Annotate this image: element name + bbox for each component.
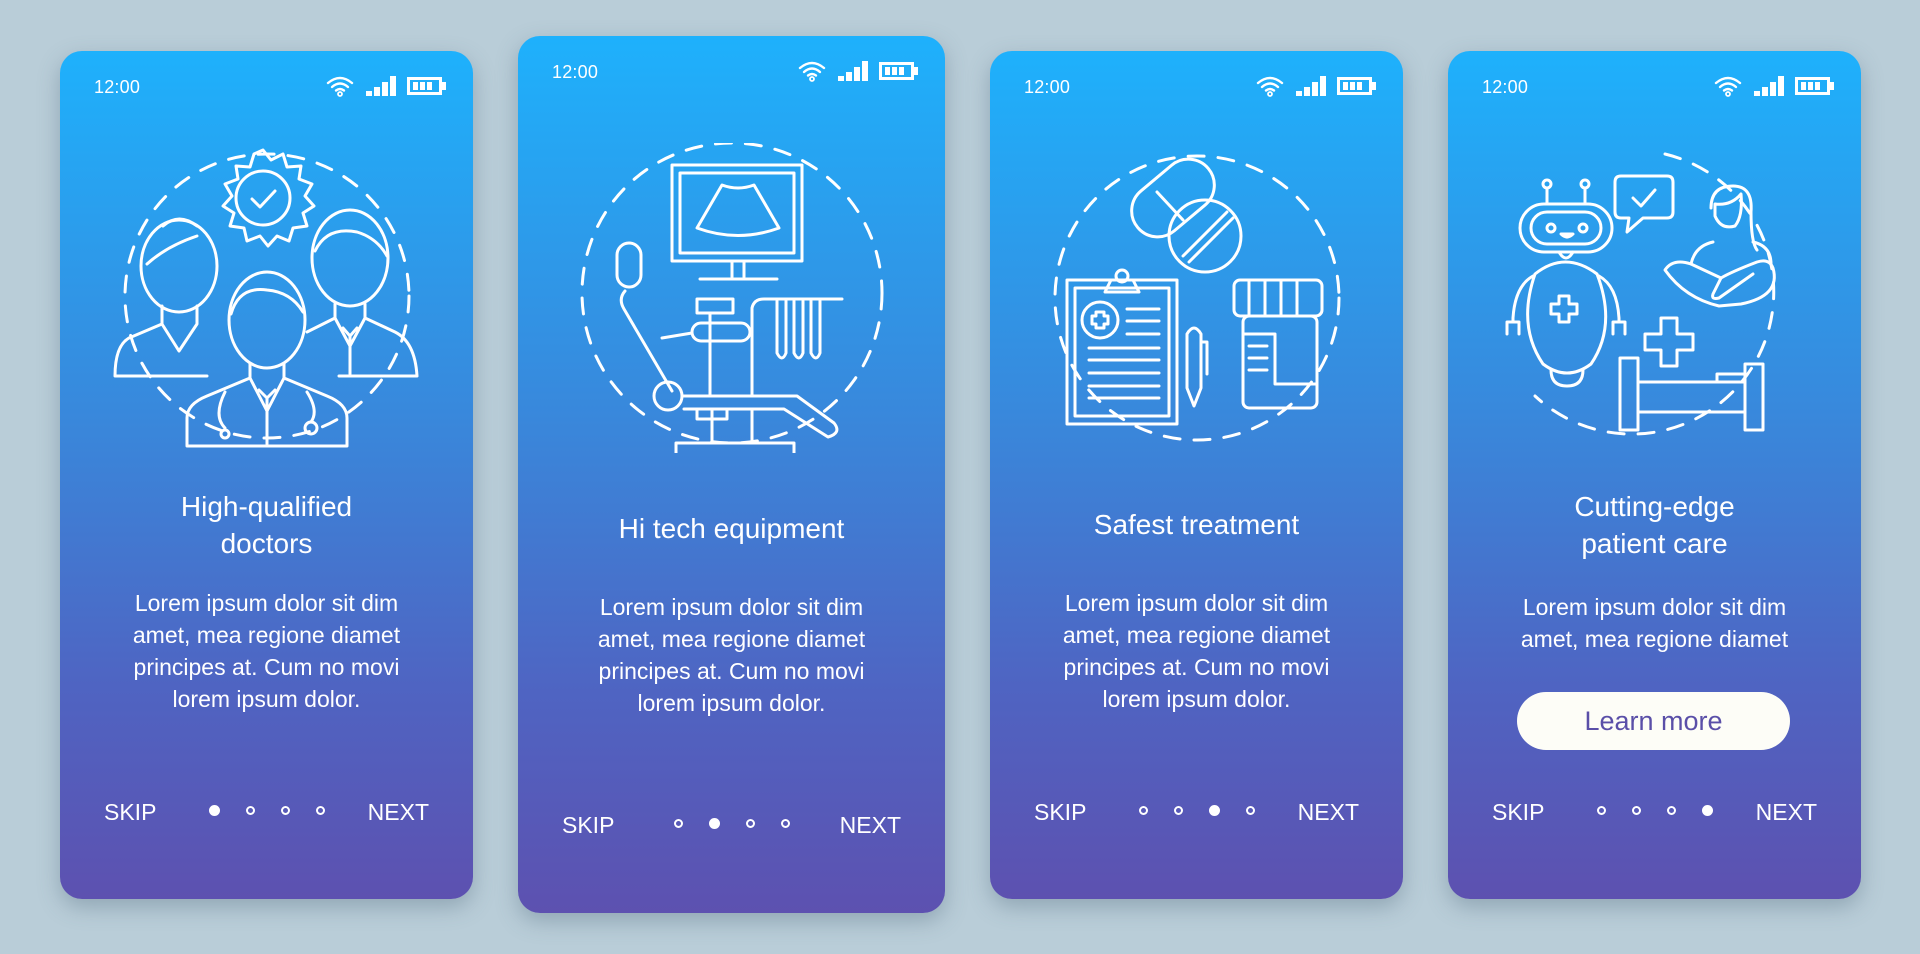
onboarding-nav: SKIP NEXT: [1448, 797, 1861, 827]
wifi-icon: [798, 61, 826, 82]
page-dot-4[interactable]: [1245, 806, 1255, 815]
status-time: 12:00: [552, 62, 599, 82]
battery-icon: [407, 77, 446, 95]
onboarding-screen-treatment: 12:00 Safest treatment Lorem ipsum dolor…: [990, 51, 1403, 899]
skip-button[interactable]: SKIP: [1492, 797, 1544, 827]
status-bar: 12:00: [60, 73, 473, 99]
onboarding-nav: SKIP NEXT: [990, 797, 1403, 827]
page-dot-3[interactable]: [280, 806, 290, 815]
next-button[interactable]: NEXT: [368, 797, 429, 827]
doctors-team-icon: [107, 146, 427, 456]
status-time: 12:00: [94, 77, 141, 97]
page-indicator: [673, 818, 790, 829]
screen-title: Safest treatment: [1010, 506, 1383, 543]
onboarding-nav: SKIP NEXT: [60, 797, 473, 827]
battery-icon: [879, 62, 918, 80]
signal-strength-icon: [1754, 76, 1784, 96]
pills-prescription-icon: [1037, 146, 1357, 456]
page-indicator: [1596, 805, 1713, 816]
wifi-icon: [326, 76, 354, 97]
skip-button[interactable]: SKIP: [1034, 797, 1086, 827]
page-dot-3[interactable]: [1208, 805, 1220, 816]
page-dot-2[interactable]: [245, 806, 255, 815]
wifi-icon: [1256, 76, 1284, 97]
onboarding-screen-patient-care: 12:00 Cutting-edge patient care Lorem ip…: [1448, 51, 1861, 899]
description-line: lorem ipsum dolor.: [172, 686, 361, 712]
title-line: doctors: [220, 528, 313, 559]
description-line: principes at. Cum no movi: [1063, 654, 1330, 680]
page-indicator: [208, 805, 325, 816]
status-time: 12:00: [1482, 77, 1529, 97]
screen-title: High-qualified doctors: [80, 488, 453, 562]
page-dot-4[interactable]: [315, 806, 325, 815]
onboarding-screen-doctors: 12:00 High-qualified doctors Lorem ipsum…: [60, 51, 473, 899]
robot-patient-care-icon: [1495, 146, 1815, 456]
description-line: principes at. Cum no movi: [598, 658, 865, 684]
signal-strength-icon: [1296, 76, 1326, 96]
title-line: Cutting-edge: [1574, 491, 1735, 522]
description-line: amet, mea regione diamet: [1520, 626, 1789, 652]
wifi-icon: [1714, 76, 1742, 97]
next-button[interactable]: NEXT: [1298, 797, 1359, 827]
description-line: Lorem ipsum dolor sit dim: [1064, 590, 1329, 616]
status-bar: 12:00: [990, 73, 1403, 99]
battery-icon: [1795, 77, 1834, 95]
skip-button[interactable]: SKIP: [104, 797, 156, 827]
title-line: Hi tech equipment: [618, 513, 845, 544]
onboarding-screen-equipment: 12:00 Hi tech equipment Lorem ipsum dolo…: [518, 36, 945, 913]
page-dot-4[interactable]: [780, 819, 790, 828]
next-button[interactable]: NEXT: [840, 810, 901, 840]
page-dot-2[interactable]: [1631, 806, 1641, 815]
status-bar: 12:00: [1448, 73, 1861, 99]
title-line: patient care: [1581, 528, 1728, 559]
screen-description: Lorem ipsum dolor sit dim amet, mea regi…: [1478, 591, 1831, 655]
page-dot-3[interactable]: [1666, 806, 1676, 815]
description-line: Lorem ipsum dolor sit dim: [1522, 594, 1787, 620]
description-line: lorem ipsum dolor.: [1102, 686, 1291, 712]
page-dot-1[interactable]: [1596, 806, 1606, 815]
screen-description: Lorem ipsum dolor sit dim amet, mea regi…: [90, 587, 443, 715]
screen-description: Lorem ipsum dolor sit dim amet, mea regi…: [548, 591, 915, 719]
signal-strength-icon: [366, 76, 396, 96]
page-dot-1[interactable]: [208, 805, 220, 816]
description-line: principes at. Cum no movi: [133, 654, 400, 680]
status-bar: 12:00: [518, 58, 945, 84]
next-button[interactable]: NEXT: [1756, 797, 1817, 827]
screen-title: Hi tech equipment: [538, 510, 925, 547]
onboarding-nav: SKIP NEXT: [518, 810, 945, 840]
description-line: amet, mea regione diamet: [1062, 622, 1331, 648]
page-dot-1[interactable]: [1138, 806, 1148, 815]
page-indicator: [1138, 805, 1255, 816]
skip-button[interactable]: SKIP: [562, 810, 614, 840]
page-dot-3[interactable]: [745, 819, 755, 828]
page-dot-1[interactable]: [673, 819, 683, 828]
learn-more-button[interactable]: Learn more: [1517, 692, 1790, 750]
title-line: Safest treatment: [1093, 509, 1300, 540]
description-line: Lorem ipsum dolor sit dim: [134, 590, 399, 616]
dental-ultrasound-equipment-icon: [572, 143, 892, 453]
signal-strength-icon: [838, 61, 868, 81]
description-line: amet, mea regione diamet: [597, 626, 866, 652]
page-dot-2[interactable]: [1173, 806, 1183, 815]
page-dot-2[interactable]: [708, 818, 720, 829]
description-line: lorem ipsum dolor.: [637, 690, 826, 716]
description-line: amet, mea regione diamet: [132, 622, 401, 648]
description-line: Lorem ipsum dolor sit dim: [599, 594, 864, 620]
page-dot-4[interactable]: [1701, 805, 1713, 816]
battery-icon: [1337, 77, 1376, 95]
screen-title: Cutting-edge patient care: [1468, 488, 1841, 562]
screen-description: Lorem ipsum dolor sit dim amet, mea regi…: [1020, 587, 1373, 715]
title-line: High-qualified: [180, 491, 353, 522]
status-time: 12:00: [1024, 77, 1071, 97]
